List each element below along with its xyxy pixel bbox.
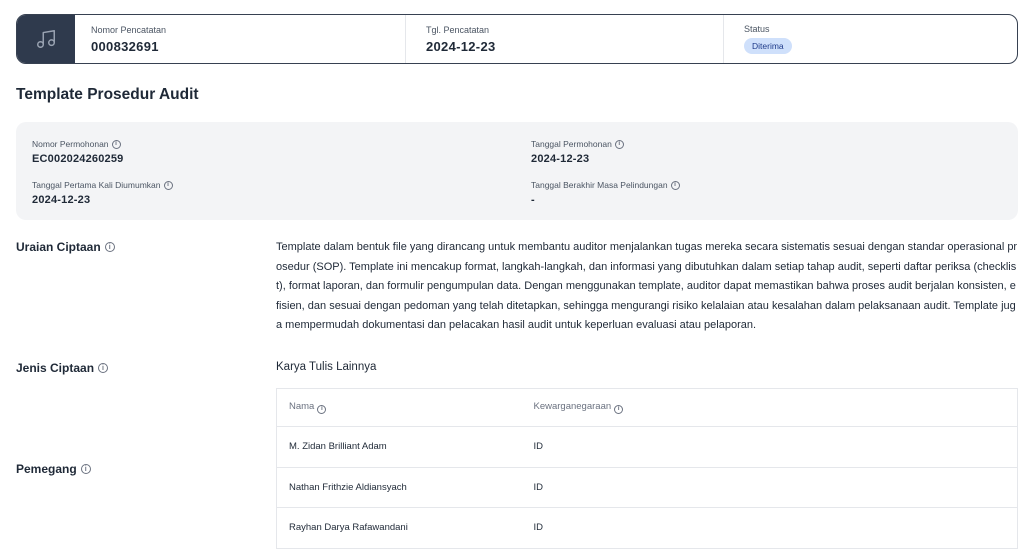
holder-nationality: ID: [521, 467, 1018, 508]
info-icon[interactable]: i: [104, 242, 115, 252]
work-type-label-row: Jenis Ciptaan i: [16, 361, 109, 375]
first-published-date: 2024-12-23: [32, 194, 91, 206]
status-block: Status Diterima: [723, 15, 1017, 63]
registration-number-label: Nomor Pencatatan: [91, 24, 167, 35]
work-type-value: Karya Tulis Lainnya: [276, 361, 377, 373]
status-label: Status: [744, 24, 770, 34]
protection-end-field: Tanggal Berakhir Masa Pelindungan i -: [531, 180, 680, 206]
application-date: 2024-12-23: [531, 153, 590, 165]
table-row: Nathan Frithzie Aldiansyach ID: [276, 467, 1018, 508]
holder-name: M. Zidan Brilliant Adam: [276, 426, 522, 468]
column-header-name: Nama i: [276, 388, 522, 427]
music-note-icon: [37, 30, 55, 48]
work-type-label: Jenis Ciptaan: [16, 361, 95, 375]
page-title: Template Prosedur Audit: [16, 86, 199, 103]
info-icon[interactable]: i: [80, 464, 91, 474]
application-number-label: Nomor Permohonan: [32, 139, 109, 149]
application-details-panel: Nomor Permohonan i EC002024260259 Tanggal…: [16, 122, 1018, 220]
application-date-label: Tanggal Permohonan: [531, 139, 612, 149]
info-icon[interactable]: i: [317, 404, 327, 414]
application-number-field: Nomor Permohonan i EC002024260259: [32, 139, 124, 165]
holder-name: Nathan Frithzie Aldiansyach: [276, 467, 522, 508]
first-published-label: Tanggal Pertama Kali Diumumkan: [32, 180, 161, 190]
application-date-field: Tanggal Permohonan i 2024-12-23: [531, 139, 624, 165]
column-nationality-label: Kewarganegaraan: [533, 401, 612, 413]
table-row: M. Zidan Brilliant Adam ID: [276, 426, 1018, 468]
holders-label: Pemegang: [16, 462, 77, 476]
registration-number: 000832691: [91, 38, 159, 54]
registration-summary-card: Nomor Pencatatan 000832691 Tgl. Pencatat…: [16, 14, 1018, 64]
application-number: EC002024260259: [32, 153, 124, 165]
work-type-icon-box: [17, 15, 75, 63]
registration-number-block: Nomor Pencatatan 000832691: [75, 15, 405, 63]
holder-nationality: ID: [521, 426, 1018, 468]
info-icon[interactable]: i: [614, 404, 624, 414]
info-icon[interactable]: i: [614, 139, 624, 149]
description-label: Uraian Ciptaan: [16, 240, 101, 254]
registration-date-label: Tgl. Pencatatan: [426, 24, 490, 35]
info-icon[interactable]: i: [98, 363, 109, 373]
description-text: Template dalam bentuk file yang dirancan…: [276, 241, 1018, 331]
protection-end-label: Tanggal Berakhir Masa Pelindungan: [531, 180, 668, 190]
holders-table: Nama i Kewarganegaraan i M. Zidan Brillian…: [276, 388, 1018, 549]
status-badge: Diterima: [744, 38, 792, 54]
table-row: Rayhan Darya Rafawandani ID: [276, 507, 1018, 549]
holder-nationality: ID: [521, 507, 1018, 549]
holders-label-row: Pemegang i: [16, 462, 91, 476]
registration-date-block: Tgl. Pencatatan 2024-12-23: [405, 15, 723, 63]
column-name-label: Nama: [289, 401, 315, 413]
info-icon[interactable]: i: [163, 180, 173, 190]
column-header-nationality: Kewarganegaraan i: [521, 388, 1018, 427]
info-icon[interactable]: i: [111, 139, 121, 149]
table-header-row: Nama i Kewarganegaraan i: [276, 388, 1018, 427]
holder-name: Rayhan Darya Rafawandani: [276, 507, 522, 549]
info-icon[interactable]: i: [670, 180, 680, 190]
registration-date: 2024-12-23: [426, 38, 496, 54]
description-label-row: Uraian Ciptaan i: [16, 240, 115, 254]
first-published-field: Tanggal Pertama Kali Diumumkan i 2024-12-…: [32, 180, 173, 206]
protection-end-date: -: [531, 194, 535, 206]
